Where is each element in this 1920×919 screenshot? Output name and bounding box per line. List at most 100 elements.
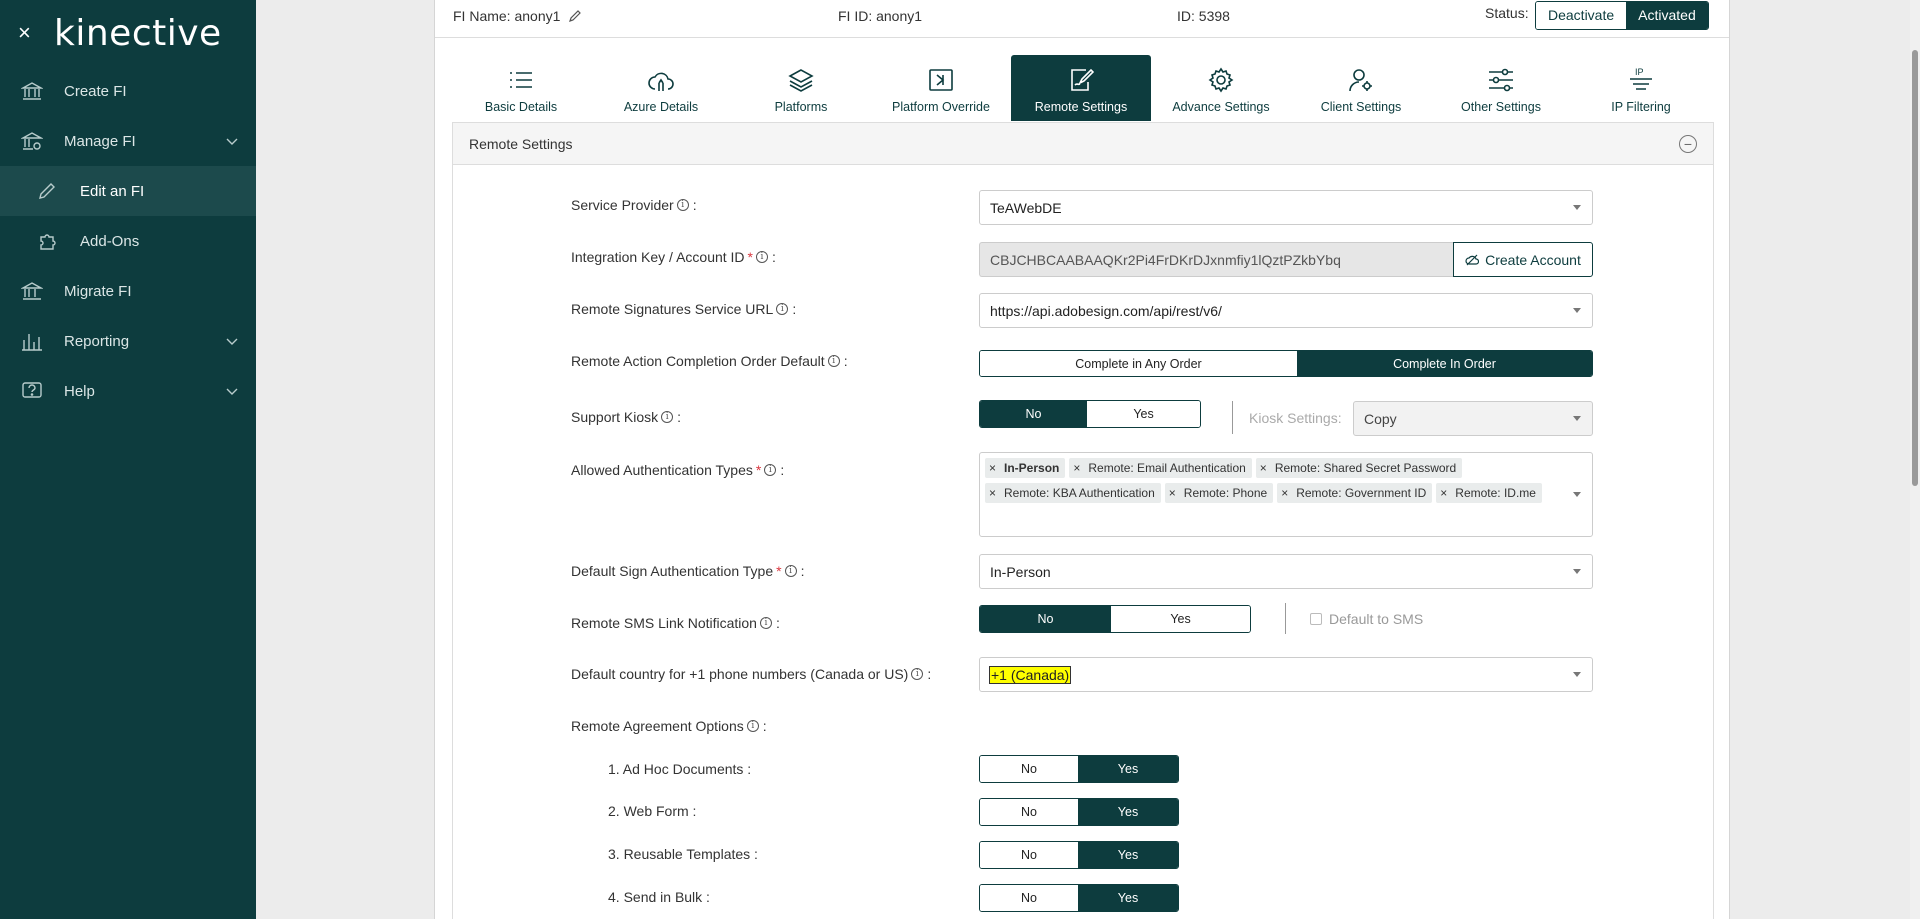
auth-types-label: Allowed Authentication Types * i: — [571, 462, 785, 478]
default-country-select[interactable]: +1 (Canada) — [979, 657, 1593, 692]
pencil-icon[interactable] — [568, 9, 582, 26]
remove-tag-icon[interactable]: × — [1073, 461, 1080, 475]
tab-ip-filtering[interactable]: IP IP Filtering — [1571, 55, 1711, 121]
tab-client-settings[interactable]: Client Settings — [1291, 55, 1431, 121]
info-icon[interactable]: i — [756, 251, 768, 263]
tag-label: Remote: Shared Secret Password — [1274, 461, 1457, 475]
info-icon[interactable]: i — [827, 355, 840, 367]
sidebar-item-label: Edit an FI — [80, 182, 145, 200]
select-value: https://api.adobesign.com/api/rest/v6/ — [990, 302, 1222, 319]
settings-tabs: Basic Details Azure Details Platforms Pl… — [451, 55, 1715, 121]
fi-id: FI ID: anony1 — [838, 8, 923, 24]
integration-key-input[interactable]: CBJCHBCAABAAQKr2Pi4FrDKrDJxnmfiy1lQztPZk… — [979, 242, 1453, 277]
auth-tag-id-me: × Remote: ID.me — [1436, 483, 1542, 503]
tab-platforms[interactable]: Platforms — [731, 55, 871, 121]
create-account-button[interactable]: Create Account — [1453, 242, 1593, 277]
label-text: Remote Agreement Options — [571, 718, 744, 734]
sms-link-label: Remote SMS Link Notification i: — [571, 615, 780, 631]
sidebar-item-help[interactable]: Help — [0, 366, 256, 416]
tag-label: Remote: Government ID — [1296, 486, 1427, 500]
sidebar-header: × kinective — [0, 0, 256, 66]
reusable-templates-no-option[interactable]: No — [980, 842, 1079, 868]
select-value: +1 (Canada) — [988, 665, 1072, 684]
tab-basic-details[interactable]: Basic Details — [451, 55, 591, 121]
label-text: Service Provider — [571, 197, 674, 213]
kinective-logo[interactable]: kinective — [54, 13, 222, 54]
tag-label: Remote: Phone — [1183, 486, 1268, 500]
support-kiosk-toggle: No Yes — [979, 400, 1201, 428]
kiosk-settings-select[interactable]: Copy — [1353, 401, 1593, 436]
web-form-no-option[interactable]: No — [980, 799, 1079, 825]
tab-azure-details[interactable]: Azure Details — [591, 55, 731, 121]
remove-tag-icon[interactable]: × — [1440, 486, 1447, 500]
send-in-bulk-yes-option[interactable]: Yes — [1078, 885, 1178, 911]
tab-remote-settings[interactable]: Remote Settings — [1011, 55, 1151, 121]
required-marker: * — [755, 462, 762, 478]
puzzle-icon — [36, 231, 58, 251]
button-label: Create Account — [1485, 251, 1581, 268]
info-icon[interactable]: i — [764, 464, 777, 476]
remove-tag-icon[interactable]: × — [1260, 461, 1267, 475]
sidebar-item-edit-fi[interactable]: Edit an FI — [0, 166, 256, 216]
tab-other-settings[interactable]: Other Settings — [1431, 55, 1571, 121]
tag-label: Remote: Email Authentication — [1088, 461, 1246, 475]
bank-icon — [20, 79, 44, 103]
reusable-templates-yes-option[interactable]: Yes — [1078, 842, 1178, 868]
required-marker: * — [776, 563, 782, 579]
remove-tag-icon[interactable]: × — [989, 486, 996, 500]
activated-button[interactable]: Activated — [1626, 2, 1708, 29]
any-order-option[interactable]: Complete in Any Order — [980, 351, 1297, 376]
web-form-yes-option[interactable]: Yes — [1078, 799, 1178, 825]
service-provider-select[interactable]: TeAWebDE — [979, 190, 1593, 225]
scrollbar-track[interactable] — [1910, 0, 1920, 919]
info-icon[interactable]: i — [759, 617, 772, 629]
in-order-option[interactable]: Complete In Order — [1296, 351, 1592, 376]
sidebar-item-manage-fi[interactable]: Manage FI — [0, 116, 256, 166]
default-to-sms-checkbox[interactable]: Default to SMS — [1310, 611, 1423, 627]
send-in-bulk-no-option[interactable]: No — [980, 885, 1079, 911]
tab-label: Remote Settings — [1034, 100, 1128, 114]
close-icon[interactable]: × — [18, 20, 40, 46]
label-text: Default country for +1 phone numbers (Ca… — [571, 666, 909, 682]
ad-hoc-yes-option[interactable]: Yes — [1078, 756, 1178, 782]
sidebar-item-migrate-fi[interactable]: Migrate FI — [0, 266, 256, 316]
label-text: Remote Signatures Service URL — [571, 301, 774, 317]
tab-label: Advance Settings — [1172, 100, 1270, 114]
chevron-down-icon — [226, 333, 238, 350]
sidebar: × kinective Create FI Manage FI Edit an … — [0, 0, 256, 919]
scrollbar-thumb[interactable] — [1912, 50, 1918, 486]
collapse-icon[interactable]: − — [1679, 135, 1697, 153]
deactivate-button[interactable]: Deactivate — [1536, 2, 1627, 29]
ad-hoc-no-option[interactable]: No — [980, 756, 1079, 782]
remove-tag-icon[interactable]: × — [989, 461, 996, 475]
info-icon[interactable]: i — [661, 411, 674, 423]
option-send-in-bulk-label: 4. Send in Bulk : — [608, 889, 710, 905]
auth-tag-phone: × Remote: Phone — [1164, 483, 1274, 503]
tab-advance-settings[interactable]: Advance Settings — [1151, 55, 1291, 121]
chevron-down-icon — [1573, 416, 1581, 421]
sms-no-option[interactable]: No — [980, 606, 1112, 632]
remove-tag-icon[interactable]: × — [1281, 486, 1288, 500]
kiosk-yes-option[interactable]: Yes — [1087, 401, 1200, 427]
sidebar-item-create-fi[interactable]: Create FI — [0, 66, 256, 116]
auth-types-multiselect[interactable]: × In-Person × Remote: Email Authentication… — [979, 452, 1593, 537]
remote-url-select[interactable]: https://api.adobesign.com/api/rest/v6/ — [979, 293, 1593, 328]
info-icon[interactable]: i — [776, 303, 789, 315]
sidebar-item-add-ons[interactable]: Add-Ons — [0, 216, 256, 266]
sms-yes-option[interactable]: Yes — [1111, 606, 1250, 632]
remove-tag-icon[interactable]: × — [1169, 486, 1176, 500]
layers-icon — [788, 64, 814, 96]
send-in-bulk-toggle: No Yes — [979, 884, 1179, 912]
sidebar-item-reporting[interactable]: Reporting — [0, 316, 256, 366]
info-icon[interactable]: i — [746, 720, 759, 732]
kiosk-no-option[interactable]: No — [980, 401, 1088, 427]
chevron-down-icon — [226, 383, 238, 400]
default-country-label: Default country for +1 phone numbers (Ca… — [571, 666, 932, 682]
info-icon[interactable]: i — [911, 668, 924, 680]
info-icon[interactable]: i — [784, 565, 797, 577]
web-form-toggle: No Yes — [979, 798, 1179, 826]
default-sign-auth-select[interactable]: In-Person — [979, 554, 1593, 589]
info-icon[interactable]: i — [676, 199, 689, 211]
option-reusable-templates-label: 3. Reusable Templates : — [608, 846, 758, 862]
tab-platform-override[interactable]: Platform Override — [871, 55, 1011, 121]
